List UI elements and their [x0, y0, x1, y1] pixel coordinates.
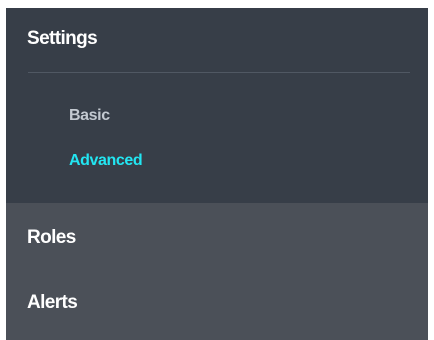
- nav-item-settings[interactable]: Settings: [27, 27, 98, 51]
- subnav-item-advanced[interactable]: Advanced: [69, 151, 143, 171]
- nav-item-roles[interactable]: Roles: [27, 226, 76, 250]
- settings-section: Settings Basic Advanced: [6, 8, 428, 203]
- nav-item-alerts[interactable]: Alerts: [27, 291, 78, 315]
- section-divider: [28, 72, 410, 73]
- nav-items-list: Roles Alerts: [6, 203, 428, 340]
- sidebar-nav: Settings Basic Advanced Roles Alerts: [6, 8, 428, 340]
- subnav-item-basic[interactable]: Basic: [69, 106, 110, 126]
